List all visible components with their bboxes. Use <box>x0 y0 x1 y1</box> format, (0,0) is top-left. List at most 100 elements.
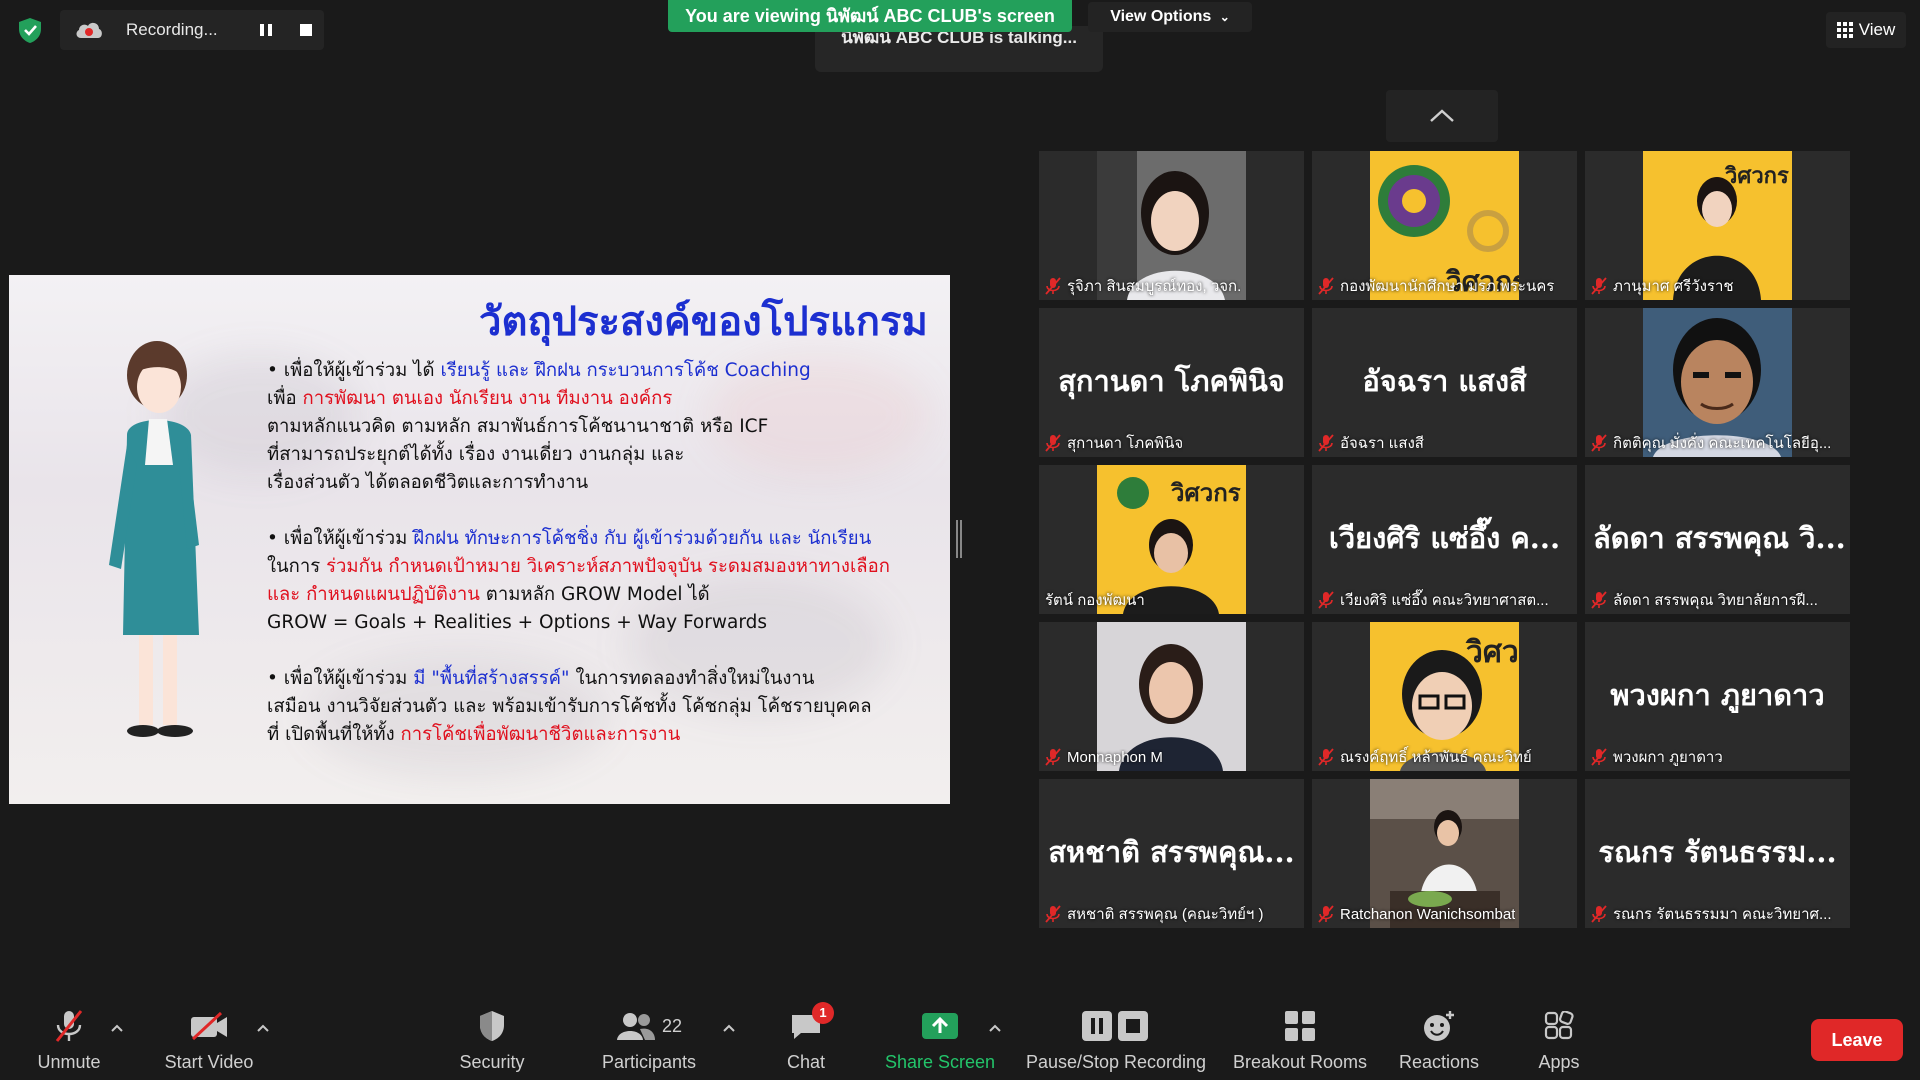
talking-indicator: นิพัฒน์ ABC CLUB is talking... <box>815 26 1103 72</box>
pause-stop-label: Pause/Stop Recording <box>1025 1052 1207 1072</box>
view-label: View <box>1858 20 1896 39</box>
participant-tile[interactable]: วิศว ณรงค์ฤทธิ์ หล้าพันธ์ คณะวิทย์ <box>1312 622 1577 771</box>
breakout-label: Breakout Rooms <box>1232 1052 1368 1072</box>
chevron-up-icon[interactable] <box>987 1022 1003 1034</box>
mic-muted-icon <box>1318 748 1334 766</box>
chat-icon: 1 <box>786 1002 834 1044</box>
grid-icon <box>1836 22 1853 38</box>
svg-text:วิศวกร: วิศวกร <box>1170 479 1240 507</box>
participants-count: 22 <box>661 1015 683 1036</box>
participant-tile[interactable]: รุจิภา สินสมบูรณ์ทอง, วจก. <box>1039 151 1304 300</box>
participant-name: รุจิภา สินสมบูรณ์ทอง, วจก. <box>1067 278 1242 295</box>
participant-name: ณรงค์ฤทธิ์ หล้าพันธ์ คณะวิทย์ <box>1340 749 1532 766</box>
participant-name: สุกานดา โภคพินิจ <box>1067 435 1184 452</box>
mic-muted-icon <box>1318 591 1334 609</box>
slide-text: และ กำหนดแผนปฏิบัติงาน <box>267 584 480 605</box>
recording-label: Recording... <box>126 20 218 39</box>
participant-tile[interactable]: สุกานดา โภคพินิจ สุกานดา โภคพินิจ <box>1039 308 1304 457</box>
participant-name: Monnaphon M <box>1067 748 1163 766</box>
slide-text: เรื่องส่วนตัว ได้ตลอดชีวิตและการทำงาน <box>267 472 589 493</box>
slide-text: • เพื่อให้ผู้เข้าร่วม ได้ <box>267 360 441 381</box>
participant-display-name: อัจฉรา แสงสี <box>1362 364 1527 398</box>
pause-icon[interactable] <box>254 18 278 42</box>
participant-tile[interactable]: ลัดดา สรรพคุณ วิ... ลัดดา สรรพคุณ วิทยาล… <box>1585 465 1850 614</box>
participant-tile[interactable]: วิศวกร กองพัฒนานักศึกษา มรภ.พระนคร <box>1312 151 1577 300</box>
meeting-toolbar: Unmute Start Video Security 22 Participa… <box>0 980 1920 1080</box>
stop-icon[interactable] <box>294 18 318 42</box>
participant-caption: สุกานดา โภคพินิจ <box>1045 432 1189 454</box>
participant-display-name: สุกานดา โภคพินิจ <box>1058 364 1285 398</box>
slide-text: • เพื่อให้ผู้เข้าร่วม <box>267 528 414 549</box>
view-button[interactable]: View <box>1826 12 1906 48</box>
breakout-rooms-button[interactable]: Breakout Rooms <box>1228 980 1372 1080</box>
start-video-button[interactable]: Start Video <box>158 980 260 1080</box>
svg-text:วิศวกร: วิศวกร <box>1724 164 1789 189</box>
svg-text:วิศว: วิศว <box>1465 635 1519 670</box>
participant-caption: เวียงศิริ แซ่อึ๊ง คณะวิทยาศาสต... <box>1318 589 1555 611</box>
participant-tile[interactable]: อัจฉรา แสงสี อัจฉรา แสงสี <box>1312 308 1577 457</box>
participant-caption: ณรงค์ฤทธิ์ หล้าพันธ์ คณะวิทย์ <box>1318 746 1538 768</box>
mic-muted-icon <box>1045 748 1061 766</box>
mic-muted-icon <box>1591 434 1607 452</box>
reactions-button[interactable]: Reactions <box>1396 980 1482 1080</box>
participant-tile[interactable]: วิศวกร รัตน์ กองพัฒนา <box>1039 465 1304 614</box>
security-shield-icon <box>472 1008 512 1044</box>
chat-button[interactable]: 1 Chat <box>776 980 836 1080</box>
participant-display-name: เวียงศิริ แซ่อึ๊ง ค... <box>1328 521 1561 555</box>
slide-text: GROW = Goals + Realities + Options + Way… <box>267 612 767 633</box>
participant-name: รณกร รัตนธรรมมา คณะวิทยาศ... <box>1613 906 1832 923</box>
apps-button[interactable]: Apps <box>1524 980 1594 1080</box>
shield-check-icon[interactable] <box>16 16 44 44</box>
chevron-up-icon[interactable] <box>109 1022 125 1034</box>
view-options-button[interactable]: View Options ⌄ <box>1088 2 1252 32</box>
share-screen-button[interactable]: Share Screen <box>880 980 1000 1080</box>
apps-label: Apps <box>1538 1052 1580 1072</box>
breakout-icon <box>1280 1008 1320 1044</box>
participants-button[interactable]: 22 Participants <box>596 980 702 1080</box>
slide-text: ในการ <box>267 556 327 577</box>
participant-caption: รุจิภา สินสมบูรณ์ทอง, วจก. <box>1045 275 1247 297</box>
gallery-scroll-up-button[interactable] <box>1386 90 1498 142</box>
chevron-up-icon[interactable] <box>255 1022 271 1034</box>
participant-caption: รัตน์ กองพัฒนา <box>1045 589 1151 611</box>
slide-text: ที่สามารถประยุกต์ได้ทั้ง เรื่อง งานเดี่ย… <box>267 444 685 465</box>
share-screen-icon <box>920 1008 960 1044</box>
mic-muted-icon <box>1591 591 1607 609</box>
chevron-down-icon: ⌄ <box>1219 10 1230 24</box>
participant-tile[interactable]: รณกร รัตนธรรม... รณกร รัตนธรรมมา คณะวิทย… <box>1585 779 1850 928</box>
mic-muted-icon <box>1318 905 1334 923</box>
participant-tile[interactable]: Monnaphon M <box>1039 622 1304 771</box>
participant-name: สหชาติ สรรพคุณ (คณะวิทย์ฯ ) <box>1067 906 1264 923</box>
participant-tile[interactable]: สหชาติ สรรพคุณ... สหชาติ สรรพคุณ (คณะวิท… <box>1039 779 1304 928</box>
participant-tile[interactable]: พวงผกา ภูยาดาว พวงผกา ภูยาดาว <box>1585 622 1850 771</box>
slide-objective-3: • เพื่อให้ผู้เข้าร่วม มี "พื้นที่สร้างสร… <box>267 665 927 749</box>
participant-tile[interactable]: กิตติคุณ มั่งคั่ง คณะเทคโนโลยีอุ... <box>1585 308 1850 457</box>
participant-name: เวียงศิริ แซ่อึ๊ง คณะวิทยาศาสต... <box>1340 592 1549 609</box>
reactions-icon <box>1419 1008 1459 1044</box>
security-button[interactable]: Security <box>452 980 532 1080</box>
leave-button[interactable]: Leave <box>1811 1019 1903 1061</box>
panel-splitter[interactable] <box>956 520 962 558</box>
participant-tile[interactable]: Ratchanon Wanichsombat <box>1312 779 1577 928</box>
presenter-illustration <box>109 341 199 737</box>
mic-muted-icon <box>1045 277 1061 295</box>
participant-name: รัตน์ กองพัฒนา <box>1045 592 1145 609</box>
slide-text: • เพื่อให้ผู้เข้าร่วม <box>267 668 414 689</box>
chevron-up-icon[interactable] <box>721 1022 737 1034</box>
chat-unread-badge: 1 <box>812 1002 834 1024</box>
shared-screen-slide: วัตถุประสงค์ของโปรแกรม • เพื่อให้ผู้เข้า… <box>9 275 950 804</box>
chat-label: Chat <box>786 1052 826 1072</box>
slide-text: ในการทดลองทำสิ่งใหม่ในงาน <box>569 668 815 689</box>
slide-objective-1: • เพื่อให้ผู้เข้าร่วม ได้ เรียนรู้ และ ฝ… <box>267 357 927 497</box>
slide-text: เรียนรู้ และ ฝึกฝน กระบวนการโค้ช Coachin… <box>440 360 811 381</box>
participant-name: อัจฉรา แสงสี <box>1340 435 1424 452</box>
mic-muted-icon <box>1591 905 1607 923</box>
apps-icon <box>1539 1008 1579 1044</box>
participant-name: พวงผกา ภูยาดาว <box>1613 749 1723 766</box>
unmute-button[interactable]: Unmute <box>24 980 114 1080</box>
slide-text: เพื่อ <box>267 388 303 409</box>
participant-tile[interactable]: เวียงศิริ แซ่อึ๊ง ค... เวียงศิริ แซ่อึ๊ง… <box>1312 465 1577 614</box>
participant-tile[interactable]: วิศวกร ภานุมาศ ศรีวังราช <box>1585 151 1850 300</box>
participant-caption: พวงผกา ภูยาดาว <box>1591 746 1729 768</box>
pause-stop-recording-button[interactable]: Pause/Stop Recording <box>1024 980 1208 1080</box>
